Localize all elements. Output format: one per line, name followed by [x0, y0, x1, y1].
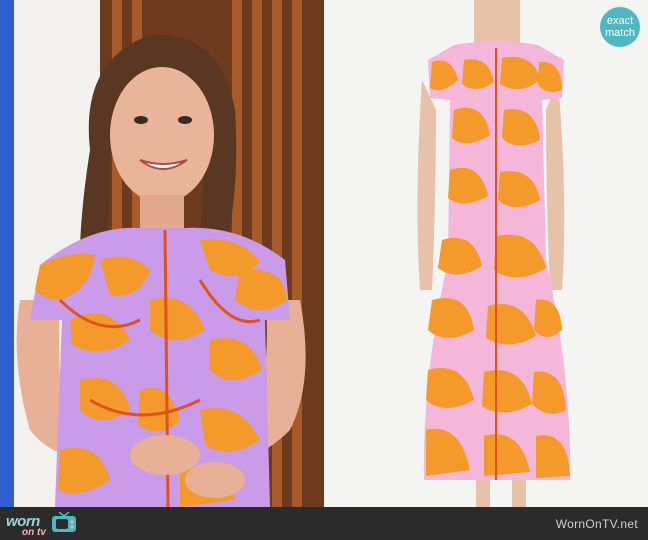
- footer-bar: worn on tv WornOnTV.net: [0, 507, 648, 540]
- exact-match-badge: exact match: [600, 7, 640, 47]
- product-photo: exact match: [324, 0, 648, 507]
- tv-icon: [50, 512, 78, 534]
- badge-line1: exact: [606, 15, 634, 27]
- brand-logo-ontv: on tv: [22, 527, 46, 538]
- presenter-photo: [0, 0, 324, 507]
- badge-line2: match: [605, 27, 635, 39]
- site-credit: WornOnTV.net: [555, 517, 638, 531]
